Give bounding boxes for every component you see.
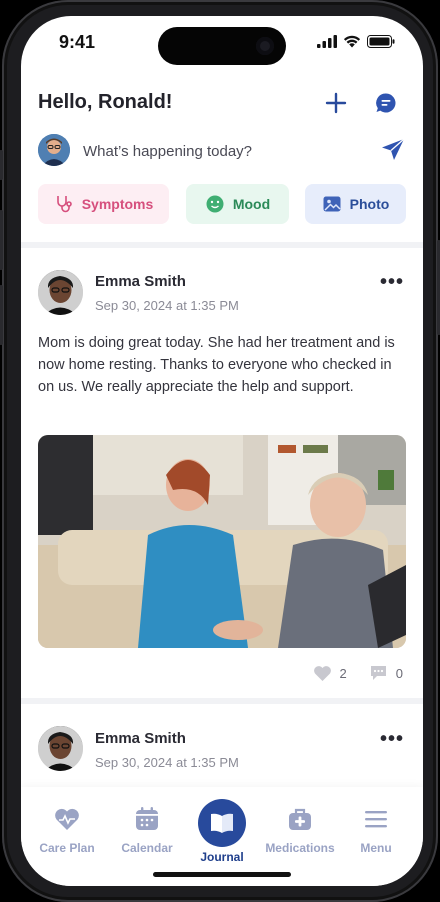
post-body: Mom is doing great today. She had her tr… <box>38 335 395 395</box>
tab-label: Menu <box>360 841 392 855</box>
status-time: 9:41 <box>59 32 96 52</box>
composer-prompt[interactable]: What’s happening today? <box>83 143 252 160</box>
tab-journal[interactable]: Journal <box>182 799 262 864</box>
post-timestamp: Sep 30, 2024 at 1:35 PM <box>95 298 239 313</box>
status-icons <box>317 35 395 48</box>
signal-icon <box>317 35 337 48</box>
home-indicator <box>153 872 291 877</box>
phone-frame: 9:41 Hello, Ronald! What’s happening tod… <box>0 0 440 902</box>
symptoms-button[interactable]: Symptoms <box>38 184 169 224</box>
avatar <box>38 134 70 166</box>
stethoscope-icon <box>56 196 72 213</box>
page-title: Hello, Ronald! <box>38 91 173 113</box>
chat-bubble-icon <box>376 93 396 113</box>
medical-kit-icon <box>289 808 311 830</box>
post-timestamp: Sep 30, 2024 at 1:35 PM <box>95 755 239 770</box>
photo-label: Photo <box>349 196 390 212</box>
image-icon <box>323 196 341 212</box>
heart-icon <box>313 665 331 681</box>
header: Hello, Ronald! <box>21 86 423 120</box>
app-screen: 9:41 Hello, Ronald! What’s happening tod… <box>21 16 423 886</box>
more-options-button[interactable]: ••• <box>380 271 404 294</box>
symptoms-label: Symptoms <box>81 196 154 212</box>
comment-icon <box>370 666 386 680</box>
divider <box>21 698 423 704</box>
heart-pulse-icon <box>55 808 79 830</box>
post-stats: 2 0 <box>313 664 403 682</box>
wifi-icon <box>343 35 361 48</box>
book-icon <box>211 813 233 833</box>
tab-care-plan[interactable]: Care Plan <box>27 805 107 855</box>
like-count: 2 <box>339 665 347 681</box>
avatar <box>38 270 83 315</box>
post-composer[interactable]: What’s happening today? <box>21 132 423 172</box>
divider <box>21 242 423 248</box>
plus-icon <box>325 92 347 114</box>
calendar-icon <box>136 807 158 830</box>
battery-icon <box>367 35 395 48</box>
mood-label: Mood <box>232 196 271 212</box>
tab-label: Care Plan <box>39 841 95 855</box>
post-photo[interactable] <box>38 435 406 648</box>
hamburger-icon <box>365 811 387 828</box>
avatar <box>38 726 83 771</box>
add-post-button[interactable] <box>321 88 351 118</box>
tab-label: Calendar <box>121 841 173 855</box>
messages-button[interactable] <box>371 88 401 118</box>
post-author[interactable]: Emma Smith <box>95 273 186 290</box>
status-bar: 9:41 <box>21 16 423 68</box>
tab-menu[interactable]: Menu <box>336 805 416 855</box>
tab-label: Journal <box>200 850 244 864</box>
tab-label: Medications <box>265 841 335 855</box>
caregiver-photo <box>38 435 406 648</box>
photo-button[interactable]: Photo <box>305 184 406 224</box>
journal-tab-button[interactable] <box>198 799 246 847</box>
tab-calendar[interactable]: Calendar <box>107 805 187 855</box>
comment-button[interactable]: 0 <box>369 664 403 682</box>
mood-button[interactable]: Mood <box>186 184 289 224</box>
send-icon[interactable] <box>380 137 406 163</box>
more-options-button[interactable]: ••• <box>380 728 404 751</box>
like-button[interactable]: 2 <box>313 665 347 682</box>
smiley-icon <box>206 195 224 213</box>
dynamic-island <box>158 27 286 65</box>
post-author[interactable]: Emma Smith <box>95 730 186 747</box>
comment-count: 0 <box>395 665 403 681</box>
tab-medications[interactable]: Medications <box>260 805 340 855</box>
